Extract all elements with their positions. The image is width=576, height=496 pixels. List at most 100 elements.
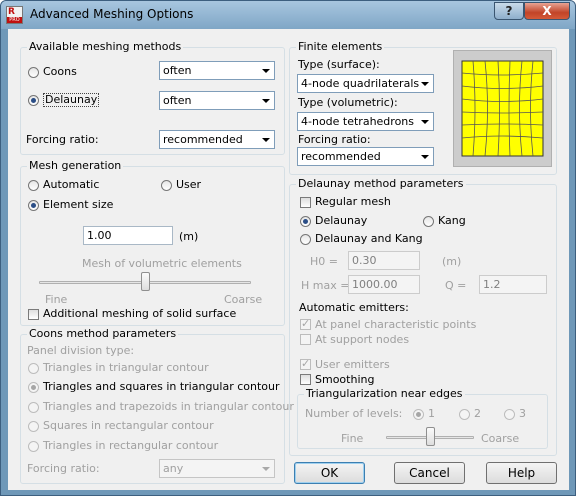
squares-rectangular-radio[interactable] — [28, 421, 39, 432]
fe-forcing-label: Forcing ratio: — [298, 133, 371, 146]
user-emitters-checkbox[interactable] — [300, 357, 311, 370]
h0-value: 0.30 — [352, 254, 377, 267]
triangles-rectangular-label: Triangles in rectangular contour — [43, 439, 219, 452]
triangles-squares-radio[interactable] — [28, 382, 39, 393]
hmax-label: H max = — [301, 279, 350, 292]
squares-rectangular-label: Squares in rectangular contour — [43, 419, 214, 432]
volumetric-mesh-label: Mesh of volumetric elements — [82, 257, 242, 270]
delaunay-radio[interactable] — [28, 95, 39, 106]
h0-input[interactable]: 0.30 — [348, 251, 420, 270]
chevron-down-icon — [421, 82, 429, 86]
h0-unit: (m) — [442, 255, 462, 268]
surface-type-select[interactable]: 4-node quadrilaterals — [297, 74, 434, 93]
smoothing-checkbox[interactable] — [300, 374, 311, 385]
automatic-radio[interactable] — [28, 180, 39, 191]
dialog-window: R PRO Advanced Meshing Options ? X Avail… — [0, 0, 576, 496]
delaunay-param-label: Delaunay — [315, 214, 368, 227]
title-bar[interactable]: R PRO Advanced Meshing Options ? X — [1, 1, 575, 29]
delaunay-frequency-value: often — [163, 94, 192, 107]
triangularization-legend: Triangularization near edges — [304, 387, 465, 400]
coons-frequency-value: often — [163, 64, 192, 77]
levels-label: Number of levels: — [305, 407, 403, 420]
help-title-button[interactable]: ? — [494, 2, 524, 20]
panel-points-label: At panel characteristic points — [315, 318, 477, 331]
level-1-label: 1 — [428, 407, 435, 420]
automatic-label: Automatic — [43, 178, 100, 191]
triangles-triangular-radio[interactable] — [28, 363, 39, 374]
coons-params-legend: Coons method parameters — [27, 327, 179, 340]
q-value: 1.2 — [483, 278, 501, 291]
delaunay-kang-radio[interactable] — [300, 234, 311, 245]
delaunay-frequency-select[interactable]: often — [159, 91, 275, 110]
regular-mesh-checkbox[interactable] — [300, 197, 311, 208]
close-button[interactable]: X — [524, 2, 570, 20]
coons-frequency-select[interactable]: often — [159, 61, 275, 80]
forcing-ratio-select[interactable]: recommended — [159, 130, 275, 149]
fe-forcing-value: recommended — [301, 150, 381, 163]
volumetric-slider-thumb[interactable] — [141, 272, 150, 291]
forcing-ratio-value: recommended — [163, 133, 243, 146]
additional-meshing-label: Additional meshing of solid surface — [43, 307, 237, 320]
element-size-label: Element size — [43, 198, 114, 211]
support-nodes-checkbox[interactable] — [300, 334, 311, 345]
regular-mesh-label: Regular mesh — [315, 195, 391, 208]
user-label: User — [176, 178, 202, 191]
hmax-input[interactable]: 1000.00 — [348, 275, 420, 294]
tri-fine-label: Fine — [341, 432, 364, 445]
coons-forcing-label: Forcing ratio: — [27, 462, 100, 475]
app-icon-letter: R — [8, 7, 15, 17]
fine-label: Fine — [45, 293, 68, 306]
level-2-radio[interactable] — [459, 409, 470, 420]
level-3-label: 3 — [519, 407, 526, 420]
cancel-button[interactable]: Cancel — [394, 462, 465, 484]
panel-points-checkbox[interactable] — [300, 317, 311, 330]
app-icon-brand: PRO — [7, 17, 22, 23]
fe-forcing-select[interactable]: recommended — [297, 147, 434, 166]
user-radio[interactable] — [161, 180, 172, 191]
coarse-label: Coarse — [224, 293, 263, 306]
level-3-radio[interactable] — [504, 409, 515, 420]
element-size-value: 1.00 — [87, 229, 112, 242]
smoothing-label: Smoothing — [315, 373, 375, 386]
triangles-squares-label: Triangles and squares in triangular cont… — [43, 380, 280, 393]
surface-type-value: 4-node quadrilaterals — [301, 77, 420, 90]
kang-label: Kang — [438, 214, 466, 227]
triangles-rectangular-radio[interactable] — [28, 441, 39, 452]
coons-forcing-value: any — [163, 462, 184, 475]
triangles-triangular-label: Triangles in triangular contour — [43, 361, 209, 374]
chevron-down-icon — [262, 138, 270, 142]
chevron-down-icon — [421, 120, 429, 124]
volumetric-type-label: Type (volumetric): — [298, 96, 398, 109]
chevron-down-icon — [262, 467, 270, 471]
tri-coarse-label: Coarse — [481, 432, 520, 445]
element-size-unit: (m) — [179, 230, 199, 243]
delaunay-kang-label: Delaunay and Kang — [315, 232, 423, 245]
tri-slider-thumb[interactable] — [426, 427, 435, 446]
coons-label: Coons — [43, 65, 77, 78]
hmax-value: 1000.00 — [352, 278, 398, 291]
level-1-radio[interactable] — [413, 409, 424, 420]
level-2-label: 2 — [474, 407, 481, 420]
chevron-down-icon — [421, 155, 429, 159]
panel-division-label: Panel division type: — [27, 344, 135, 357]
help-button[interactable]: Help — [486, 462, 557, 484]
additional-meshing-checkbox[interactable] — [28, 309, 39, 320]
q-label: Q = — [445, 279, 467, 292]
meshing-methods-legend: Available meshing methods — [27, 40, 184, 53]
triangles-trapezoids-radio[interactable] — [28, 402, 39, 413]
coons-forcing-select[interactable]: any — [159, 459, 275, 478]
kang-radio[interactable] — [423, 216, 434, 227]
q-input[interactable]: 1.2 — [479, 275, 547, 294]
finite-elements-legend: Finite elements — [296, 40, 385, 53]
ok-button[interactable]: OK — [294, 462, 365, 484]
element-size-input[interactable]: 1.00 — [83, 226, 173, 245]
volumetric-type-select[interactable]: 4-node tetrahedrons — [297, 112, 434, 131]
dialog-client: Available meshing methods Coons often De… — [8, 29, 569, 490]
delaunay-params-legend: Delaunay method parameters — [296, 177, 466, 190]
triangles-trapezoids-label: Triangles and trapezoids in triangular c… — [43, 400, 294, 413]
window-title: Advanced Meshing Options — [30, 7, 194, 21]
volumetric-type-value: 4-node tetrahedrons — [301, 115, 415, 128]
delaunay-param-radio[interactable] — [300, 216, 311, 227]
coons-radio[interactable] — [28, 67, 39, 78]
element-size-radio[interactable] — [28, 200, 39, 211]
